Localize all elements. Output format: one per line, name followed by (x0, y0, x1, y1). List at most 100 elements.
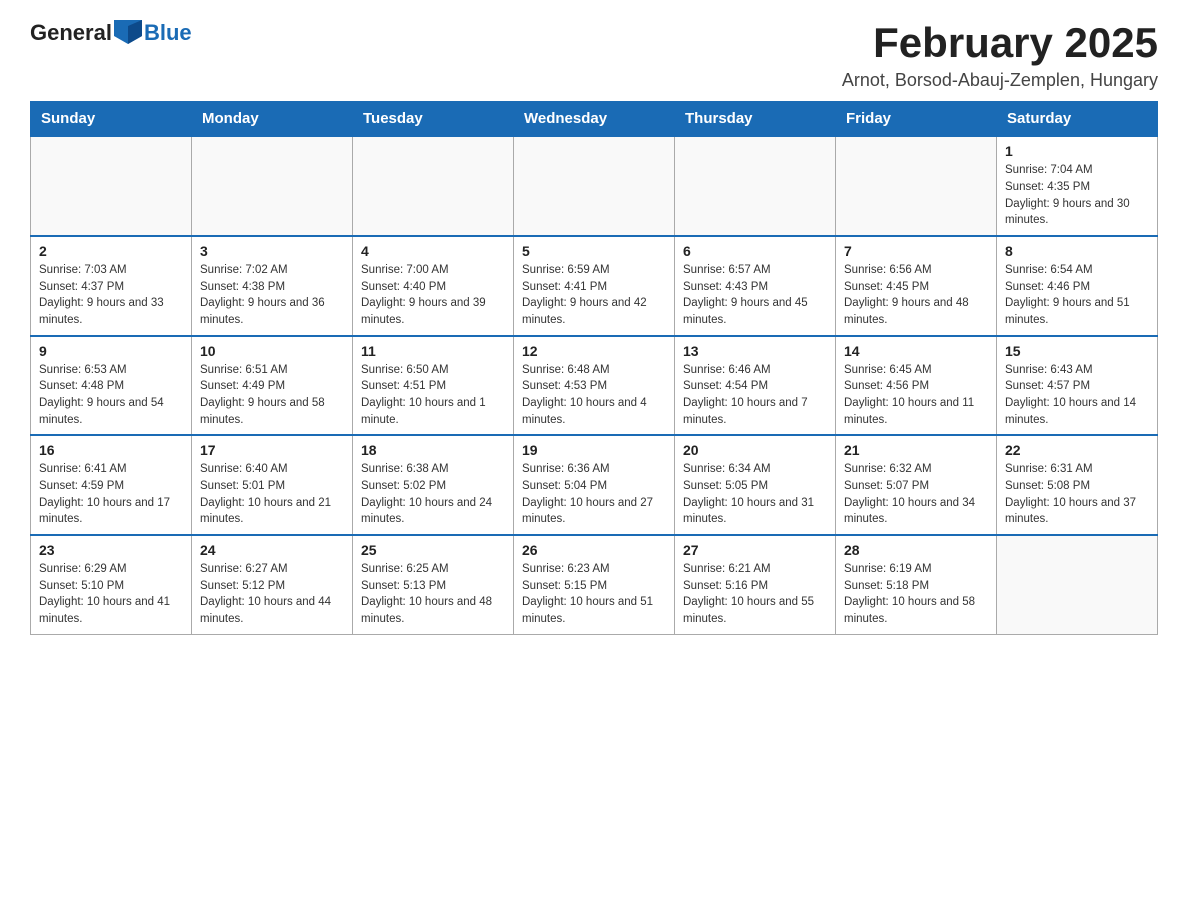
calendar-cell: 6Sunrise: 6:57 AM Sunset: 4:43 PM Daylig… (675, 236, 836, 336)
calendar-cell (675, 136, 836, 236)
day-number: 9 (39, 343, 183, 359)
day-info: Sunrise: 6:43 AM Sunset: 4:57 PM Dayligh… (1005, 362, 1149, 429)
day-info: Sunrise: 6:59 AM Sunset: 4:41 PM Dayligh… (522, 262, 666, 329)
calendar-cell: 16 Sunrise: 6:41 AM Sunset: 4:59 PM Dayli… (31, 435, 192, 535)
day-number: 18 (361, 442, 505, 458)
calendar-cell: 20 Sunrise: 6:34 AM Sunset: 5:05 PM Dayli… (675, 435, 836, 535)
calendar-cell: 3 Sunrise: 7:02 AM Sunset: 4:38 PM Daylig… (192, 236, 353, 336)
day-number: 28 (844, 542, 988, 558)
day-info: Sunrise: 6:36 AM Sunset: 5:04 PM Dayligh… (522, 461, 666, 528)
calendar-cell (31, 136, 192, 236)
calendar-table: SundayMondayTuesdayWednesdayThursdayFrid… (30, 101, 1158, 634)
calendar-cell: 22 Sunrise: 6:31 AM Sunset: 5:08 PM Dayli… (997, 435, 1158, 535)
weekday-header-sunday: Sunday (31, 102, 192, 137)
calendar-cell: 2 Sunrise: 7:03 AM Sunset: 4:37 PM Daylig… (31, 236, 192, 336)
weekday-header-friday: Friday (836, 102, 997, 137)
logo: General Blue (30, 20, 192, 46)
weekday-header-thursday: Thursday (675, 102, 836, 137)
day-number: 10 (200, 343, 344, 359)
day-number: 25 (361, 542, 505, 558)
day-info: Sunrise: 6:34 AM Sunset: 5:05 PM Dayligh… (683, 461, 827, 528)
calendar-cell (192, 136, 353, 236)
day-info: Sunrise: 7:04 AM Sunset: 4:35 PM Dayligh… (1005, 162, 1149, 229)
day-info: Sunrise: 6:56 AM Sunset: 4:45 PM Dayligh… (844, 262, 988, 329)
day-info: Sunrise: 7:03 AM Sunset: 4:37 PM Dayligh… (39, 262, 183, 329)
day-number: 12 (522, 343, 666, 359)
calendar-cell: 1 Sunrise: 7:04 AM Sunset: 4:35 PM Daylig… (997, 136, 1158, 236)
week-row-2: 2 Sunrise: 7:03 AM Sunset: 4:37 PM Daylig… (31, 236, 1158, 336)
calendar-cell (514, 136, 675, 236)
week-row-3: 9 Sunrise: 6:53 AM Sunset: 4:48 PM Daylig… (31, 336, 1158, 436)
day-info: Sunrise: 6:32 AM Sunset: 5:07 PM Dayligh… (844, 461, 988, 528)
day-number: 1 (1005, 143, 1149, 159)
day-number: 4 (361, 243, 505, 259)
day-number: 11 (361, 343, 505, 359)
day-number: 20 (683, 442, 827, 458)
calendar-subtitle: Arnot, Borsod-Abauj-Zemplen, Hungary (842, 70, 1158, 91)
week-row-4: 16 Sunrise: 6:41 AM Sunset: 4:59 PM Dayli… (31, 435, 1158, 535)
day-info: Sunrise: 6:54 AM Sunset: 4:46 PM Dayligh… (1005, 262, 1149, 329)
day-number: 26 (522, 542, 666, 558)
day-info: Sunrise: 6:45 AM Sunset: 4:56 PM Dayligh… (844, 362, 988, 429)
day-info: Sunrise: 6:41 AM Sunset: 4:59 PM Dayligh… (39, 461, 183, 528)
day-number: 23 (39, 542, 183, 558)
day-info: Sunrise: 6:23 AM Sunset: 5:15 PM Dayligh… (522, 561, 666, 628)
calendar-cell: 11Sunrise: 6:50 AM Sunset: 4:51 PM Dayli… (353, 336, 514, 436)
weekday-header-saturday: Saturday (997, 102, 1158, 137)
day-info: Sunrise: 6:19 AM Sunset: 5:18 PM Dayligh… (844, 561, 988, 628)
calendar-cell: 7Sunrise: 6:56 AM Sunset: 4:45 PM Daylig… (836, 236, 997, 336)
week-row-1: 1 Sunrise: 7:04 AM Sunset: 4:35 PM Daylig… (31, 136, 1158, 236)
calendar-cell: 23 Sunrise: 6:29 AM Sunset: 5:10 PM Dayli… (31, 535, 192, 634)
day-info: Sunrise: 6:38 AM Sunset: 5:02 PM Dayligh… (361, 461, 505, 528)
day-info: Sunrise: 6:48 AM Sunset: 4:53 PM Dayligh… (522, 362, 666, 429)
calendar-cell: 9 Sunrise: 6:53 AM Sunset: 4:48 PM Daylig… (31, 336, 192, 436)
day-number: 15 (1005, 343, 1149, 359)
day-number: 21 (844, 442, 988, 458)
day-info: Sunrise: 6:25 AM Sunset: 5:13 PM Dayligh… (361, 561, 505, 628)
day-info: Sunrise: 6:21 AM Sunset: 5:16 PM Dayligh… (683, 561, 827, 628)
day-info: Sunrise: 6:29 AM Sunset: 5:10 PM Dayligh… (39, 561, 183, 628)
day-number: 2 (39, 243, 183, 259)
calendar-cell (836, 136, 997, 236)
day-info: Sunrise: 6:53 AM Sunset: 4:48 PM Dayligh… (39, 362, 183, 429)
day-info: Sunrise: 7:00 AM Sunset: 4:40 PM Dayligh… (361, 262, 505, 329)
day-number: 27 (683, 542, 827, 558)
calendar-cell: 15 Sunrise: 6:43 AM Sunset: 4:57 PM Dayli… (997, 336, 1158, 436)
weekday-header-monday: Monday (192, 102, 353, 137)
weekday-header-tuesday: Tuesday (353, 102, 514, 137)
calendar-cell: 4 Sunrise: 7:00 AM Sunset: 4:40 PM Daylig… (353, 236, 514, 336)
calendar-cell: 12 Sunrise: 6:48 AM Sunset: 4:53 PM Dayli… (514, 336, 675, 436)
calendar-cell: 8Sunrise: 6:54 AM Sunset: 4:46 PM Daylig… (997, 236, 1158, 336)
day-number: 16 (39, 442, 183, 458)
calendar-cell: 10 Sunrise: 6:51 AM Sunset: 4:49 PM Dayli… (192, 336, 353, 436)
day-info: Sunrise: 7:02 AM Sunset: 4:38 PM Dayligh… (200, 262, 344, 329)
weekday-header-wednesday: Wednesday (514, 102, 675, 137)
day-number: 3 (200, 243, 344, 259)
day-info: Sunrise: 6:27 AM Sunset: 5:12 PM Dayligh… (200, 561, 344, 628)
day-number: 14 (844, 343, 988, 359)
calendar-cell: 28 Sunrise: 6:19 AM Sunset: 5:18 PM Dayli… (836, 535, 997, 634)
calendar-cell: 13Sunrise: 6:46 AM Sunset: 4:54 PM Dayli… (675, 336, 836, 436)
calendar-cell: 26 Sunrise: 6:23 AM Sunset: 5:15 PM Dayli… (514, 535, 675, 634)
day-info: Sunrise: 6:31 AM Sunset: 5:08 PM Dayligh… (1005, 461, 1149, 528)
calendar-cell: 5Sunrise: 6:59 AM Sunset: 4:41 PM Daylig… (514, 236, 675, 336)
title-area: February 2025 Arnot, Borsod-Abauj-Zemple… (842, 20, 1158, 91)
day-number: 6 (683, 243, 827, 259)
day-info: Sunrise: 6:51 AM Sunset: 4:49 PM Dayligh… (200, 362, 344, 429)
calendar-cell: 14 Sunrise: 6:45 AM Sunset: 4:56 PM Dayli… (836, 336, 997, 436)
calendar-cell: 21 Sunrise: 6:32 AM Sunset: 5:07 PM Dayli… (836, 435, 997, 535)
page-header: General Blue February 2025 Arnot, Borsod… (30, 20, 1158, 91)
calendar-cell (997, 535, 1158, 634)
day-number: 22 (1005, 442, 1149, 458)
logo-general-text: General (30, 20, 112, 46)
calendar-cell: 27 Sunrise: 6:21 AM Sunset: 5:16 PM Dayli… (675, 535, 836, 634)
week-row-5: 23 Sunrise: 6:29 AM Sunset: 5:10 PM Dayli… (31, 535, 1158, 634)
logo-icon (114, 20, 142, 44)
calendar-title: February 2025 (842, 20, 1158, 66)
day-info: Sunrise: 6:40 AM Sunset: 5:01 PM Dayligh… (200, 461, 344, 528)
calendar-cell: 17 Sunrise: 6:40 AM Sunset: 5:01 PM Dayli… (192, 435, 353, 535)
logo-blue-text: Blue (144, 20, 192, 46)
calendar-cell: 24Sunrise: 6:27 AM Sunset: 5:12 PM Dayli… (192, 535, 353, 634)
day-info: Sunrise: 6:46 AM Sunset: 4:54 PM Dayligh… (683, 362, 827, 429)
day-number: 17 (200, 442, 344, 458)
